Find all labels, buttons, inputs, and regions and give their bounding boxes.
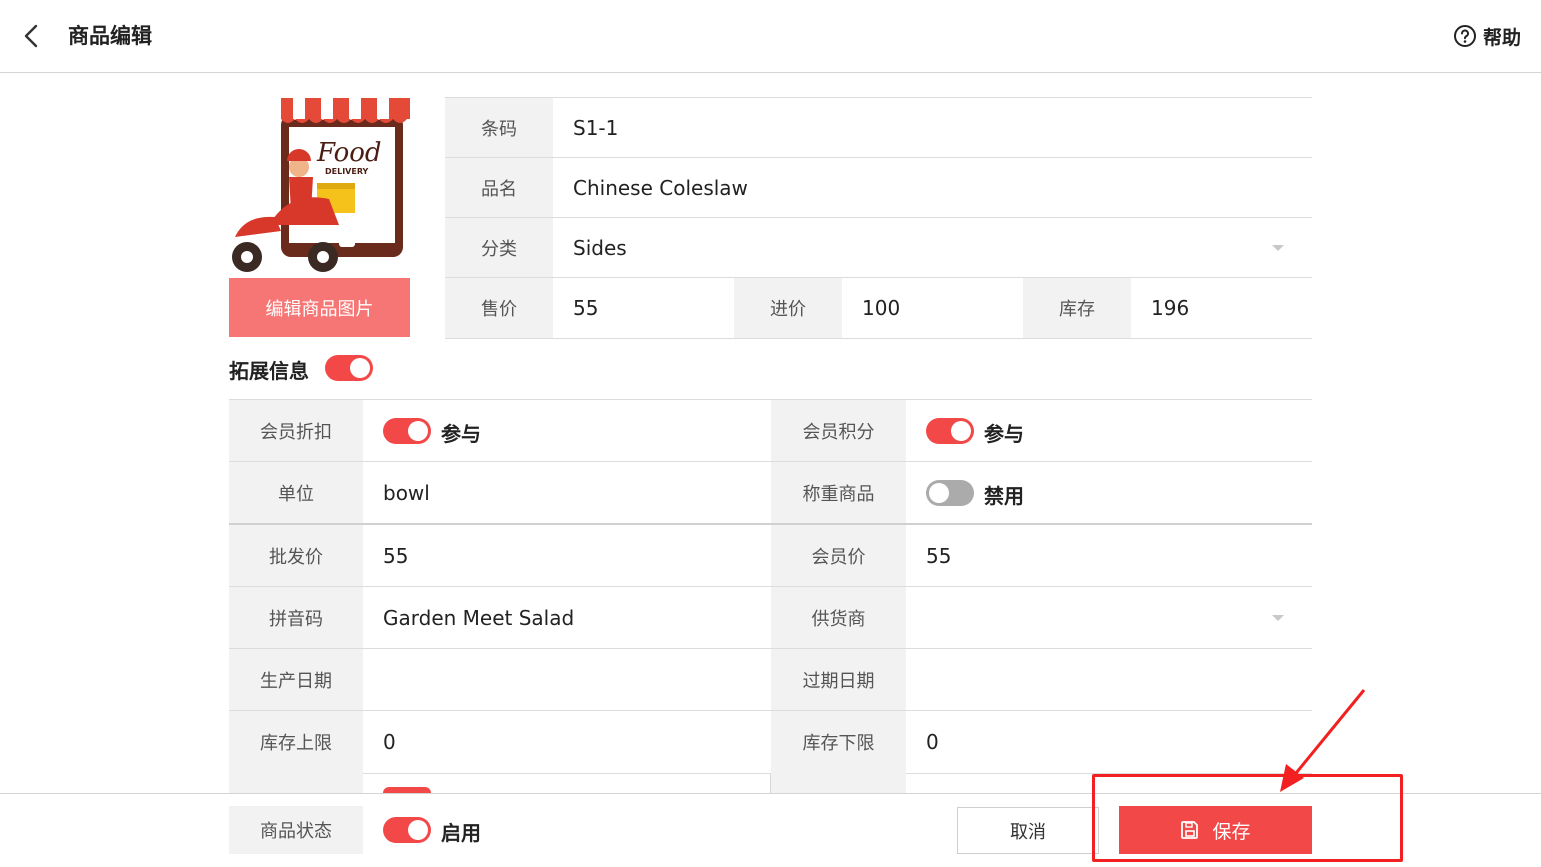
save-label: 保存 — [1212, 820, 1251, 843]
weighed-label: 称重商品 — [771, 462, 906, 524]
status-toggle[interactable] — [383, 817, 431, 843]
save-icon — [1181, 821, 1199, 839]
help-button[interactable]: 帮助 — [1453, 22, 1521, 50]
price-row: 售价 55 进价 100 库存 196 — [445, 277, 1312, 339]
member-row: 会员折扣 参与 会员积分 参与 — [229, 399, 1312, 462]
member-price-field[interactable]: 55 — [926, 525, 951, 587]
production-date-label: 生产日期 — [229, 649, 363, 711]
category-row: 分类 Sides — [445, 217, 1312, 278]
expiry-date-label: 过期日期 — [771, 649, 906, 711]
help-icon — [1453, 25, 1476, 47]
production-date-field[interactable] — [383, 649, 743, 711]
extended-info-toggle[interactable] — [325, 355, 373, 381]
date-row: 生产日期 过期日期 — [229, 648, 1312, 711]
pinyin-field[interactable]: Garden Meet Salad — [383, 587, 574, 649]
stock-field[interactable]: 196 — [1151, 278, 1189, 338]
barcode-row: 条码 S1-1 — [445, 97, 1312, 158]
member-points-label: 会员积分 — [771, 400, 906, 462]
name-row: 品名 Chinese Coleslaw — [445, 157, 1312, 218]
stock-lower-label: 库存下限 — [771, 711, 906, 773]
weighed-state: 禁用 — [984, 484, 1024, 508]
cost-field[interactable]: 100 — [862, 278, 900, 338]
member-discount-state: 参与 — [441, 422, 481, 446]
pinyin-row: 拼音码 Garden Meet Salad 供货商 — [229, 586, 1312, 649]
weighed-toggle[interactable] — [926, 480, 974, 506]
back-arrow-icon[interactable] — [20, 22, 46, 50]
barcode-field[interactable]: S1-1 — [573, 98, 618, 158]
stock-label: 库存 — [1023, 278, 1131, 338]
member-points-toggle[interactable] — [926, 418, 974, 444]
member-points-state: 参与 — [984, 422, 1024, 446]
wholesale-label: 批发价 — [229, 525, 363, 587]
save-button[interactable]: 保存 — [1119, 806, 1312, 854]
category-dropdown-icon[interactable] — [1272, 245, 1284, 251]
name-label: 品名 — [445, 158, 553, 218]
member-discount-label: 会员折扣 — [229, 400, 363, 462]
partial-row-labels-right — [771, 773, 906, 793]
status-state: 启用 — [441, 821, 481, 845]
supplier-dropdown-icon[interactable] — [1272, 615, 1284, 621]
unit-label: 单位 — [229, 462, 363, 524]
product-image: Food DELIVERY — [232, 98, 410, 272]
status-label: 商品状态 — [229, 806, 363, 854]
category-select[interactable]: Sides — [573, 218, 627, 278]
top-bar: 商品编辑 帮助 — [0, 0, 1541, 73]
wholesale-row: 批发价 55 会员价 55 — [229, 523, 1312, 587]
supplier-label: 供货商 — [771, 587, 906, 649]
stock-limit-row: 库存上限 0 库存下限 0 — [229, 710, 1312, 774]
stock-upper-field[interactable]: 0 — [383, 711, 396, 773]
cost-label: 进价 — [734, 278, 842, 338]
stock-upper-label: 库存上限 — [229, 711, 363, 773]
unit-field[interactable]: bowl — [383, 462, 430, 524]
partial-row-labels — [229, 773, 363, 793]
pinyin-label: 拼音码 — [229, 587, 363, 649]
extended-info-title: 拓展信息 — [229, 359, 309, 383]
wholesale-field[interactable]: 55 — [383, 525, 408, 587]
expiry-date-field[interactable] — [926, 649, 1286, 711]
category-label: 分类 — [445, 218, 553, 278]
help-label: 帮助 — [1482, 26, 1521, 49]
barcode-label: 条码 — [445, 98, 553, 158]
price-field[interactable]: 55 — [573, 278, 598, 338]
price-label: 售价 — [445, 278, 553, 338]
edit-image-button[interactable]: 编辑商品图片 — [229, 278, 410, 337]
cancel-button[interactable]: 取消 — [957, 807, 1099, 854]
member-price-label: 会员价 — [771, 525, 906, 587]
name-field[interactable]: Chinese Coleslaw — [573, 158, 748, 218]
supplier-select[interactable] — [926, 587, 1286, 649]
stock-lower-field[interactable]: 0 — [926, 711, 939, 773]
unit-row: 单位 bowl 称重商品 禁用 — [229, 461, 1312, 524]
page-title: 商品编辑 — [68, 24, 152, 48]
svg-text:Food: Food — [316, 138, 382, 168]
svg-text:DELIVERY: DELIVERY — [325, 167, 369, 176]
member-discount-toggle[interactable] — [383, 418, 431, 444]
